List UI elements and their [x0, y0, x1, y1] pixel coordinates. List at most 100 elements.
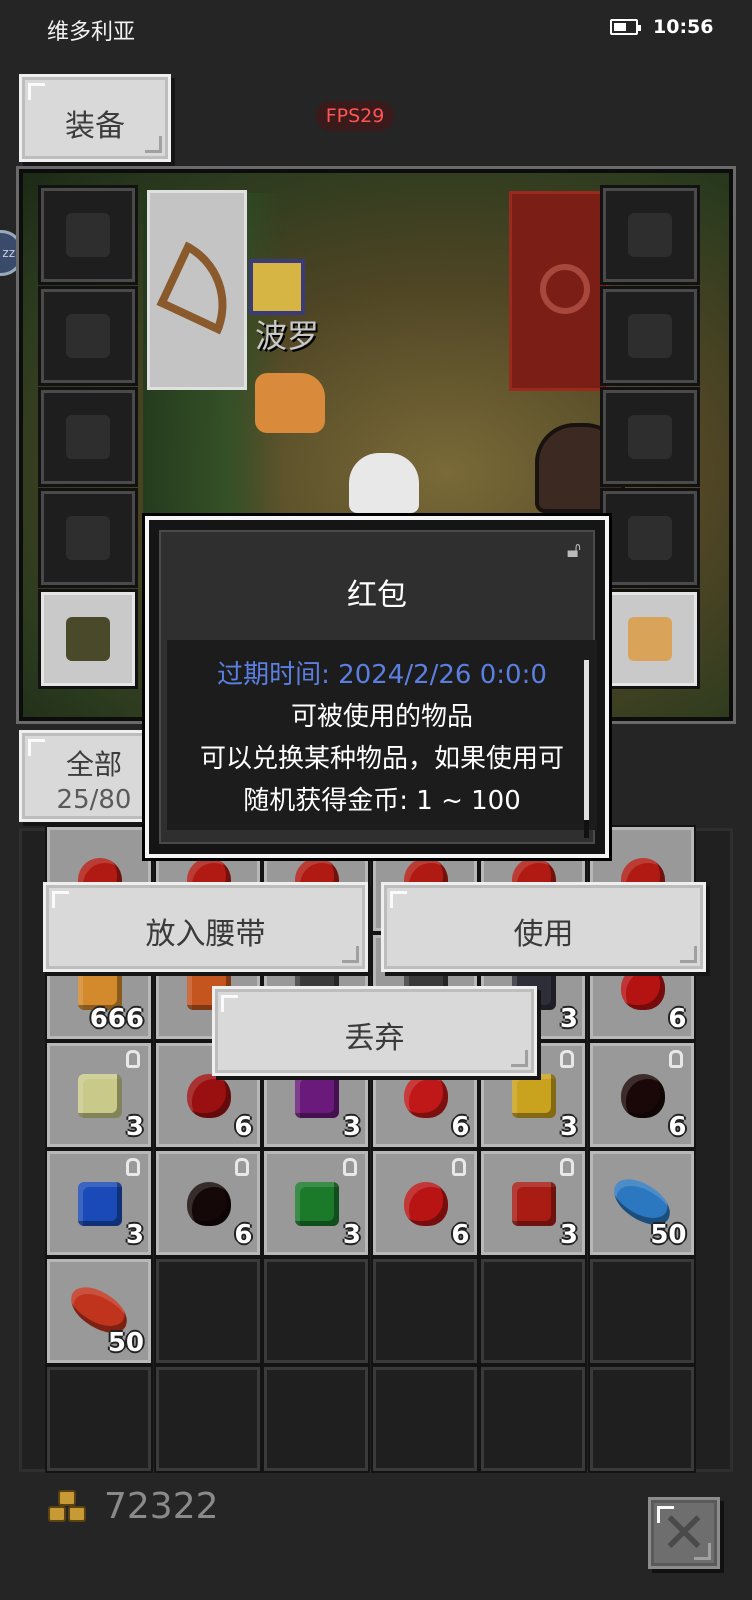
close-button[interactable]: ✕	[648, 1497, 720, 1569]
gem-icon	[78, 1182, 122, 1226]
lock-icon	[126, 1158, 140, 1176]
pet-slot[interactable]	[600, 589, 700, 689]
empty-inventory-slot[interactable]	[587, 1365, 696, 1473]
close-icon: ✕	[660, 1501, 708, 1566]
ring-slot-2[interactable]	[600, 387, 700, 487]
gem-icon	[512, 1182, 556, 1226]
inventory-slot[interactable]: 3	[262, 1149, 370, 1257]
gem-icon	[295, 1074, 339, 1118]
gem-icon	[295, 1182, 339, 1226]
empty-inventory-slot[interactable]	[153, 1365, 262, 1473]
ring-icon	[628, 415, 672, 459]
helmet-slot[interactable]	[38, 185, 138, 285]
weapon-slot[interactable]	[147, 190, 250, 390]
item-count: 3	[342, 1112, 361, 1142]
item-description: 过期时间: 2024/2/26 0:0:0 可被使用的物品 可以兑换某种物品，如…	[167, 640, 597, 838]
discard-button[interactable]: 丢弃	[212, 986, 537, 1076]
potion-icon	[186, 1074, 231, 1118]
empty-inventory-slot[interactable]	[479, 1257, 587, 1365]
item-count: 50	[650, 1220, 687, 1250]
equip-tab[interactable]: 装备	[19, 74, 171, 162]
helmet-icon	[66, 213, 110, 257]
lock-icon	[451, 1158, 466, 1176]
belt-slot[interactable]	[38, 589, 138, 689]
boot-icon	[66, 516, 110, 560]
item-count: 50	[107, 1328, 144, 1358]
amulet-slot[interactable]	[600, 185, 700, 285]
empty-inventory-slot[interactable]	[479, 1365, 587, 1473]
item-count: 3	[559, 1112, 578, 1142]
empty-inventory-slot[interactable]	[262, 1257, 370, 1365]
glove-icon	[66, 415, 110, 459]
item-count: 3	[342, 1220, 361, 1250]
armor-slot[interactable]	[38, 286, 138, 386]
gem-icon	[78, 1074, 122, 1118]
item-count: 3	[125, 1112, 144, 1142]
pet-icon	[628, 617, 672, 661]
ring-slot-1[interactable]	[600, 286, 700, 386]
status-bar: 维多利亚 10:56	[0, 0, 752, 58]
lock-icon[interactable]: 🔓︎	[567, 538, 581, 563]
lock-icon	[343, 1158, 357, 1176]
equip-tab-label: 装备	[65, 109, 125, 144]
potion-icon	[620, 1074, 665, 1118]
potion-icon	[403, 1074, 448, 1118]
item-count: 3	[125, 1220, 144, 1250]
bow-icon	[156, 241, 250, 335]
inventory-slot[interactable]: 6	[587, 1041, 696, 1149]
use-label: 使用	[513, 917, 574, 952]
accessory-slot[interactable]	[600, 488, 700, 588]
battery-icon	[610, 19, 641, 35]
lock-icon	[560, 1050, 574, 1068]
inventory-slot[interactable]: 50	[587, 1149, 696, 1257]
item-desc-line: 随机获得金币: 1 ~ 100	[243, 786, 521, 816]
popup-body: 🔓︎ 红包 过期时间: 2024/2/26 0:0:0 可被使用的物品 可以兑换…	[159, 530, 597, 844]
empty-inventory-slot[interactable]	[45, 1365, 153, 1473]
inventory-slot[interactable]: 50	[45, 1257, 153, 1365]
hero-sprite	[349, 453, 419, 513]
lock-icon	[126, 1050, 140, 1068]
gloves-slot[interactable]	[38, 387, 138, 487]
item-count: 6	[451, 1112, 470, 1142]
item-count: 6	[234, 1112, 253, 1142]
description-scrollbar[interactable]	[584, 660, 589, 838]
red-banner	[509, 191, 609, 391]
inventory-slot[interactable]: 3	[45, 1149, 153, 1257]
use-button[interactable]: 使用	[381, 882, 706, 972]
discard-label: 丢弃	[344, 1021, 405, 1056]
item-expire-time: 过期时间: 2024/2/26 0:0:0	[217, 660, 547, 690]
inventory-slot[interactable]: 3	[45, 1041, 153, 1149]
item-title: 红包	[347, 578, 407, 613]
item-count: 3	[559, 1004, 578, 1034]
inventory-slot[interactable]: 3	[479, 1149, 587, 1257]
boots-slot[interactable]	[38, 488, 138, 588]
npc-name-label: 波罗	[255, 317, 320, 355]
item-count: 6	[234, 1220, 253, 1250]
item-count: 6	[668, 1004, 687, 1034]
fps-counter: FPS29	[316, 101, 394, 131]
inventory-slot[interactable]: 6	[153, 1149, 262, 1257]
fox-pet-sprite	[255, 373, 325, 433]
item-count: 3	[559, 1220, 578, 1250]
potion-icon	[186, 1182, 231, 1226]
empty-inventory-slot[interactable]	[370, 1257, 479, 1365]
item-count: 6	[451, 1220, 470, 1250]
item-detail-popup: 🔓︎ 红包 过期时间: 2024/2/26 0:0:0 可被使用的物品 可以兑换…	[145, 516, 609, 858]
empty-inventory-slot[interactable]	[153, 1257, 262, 1365]
lock-icon	[560, 1158, 574, 1176]
ring-icon	[628, 314, 672, 358]
amulet-icon	[628, 213, 672, 257]
item-count: 6	[668, 1112, 687, 1142]
armor-icon	[66, 314, 110, 358]
inventory-slot[interactable]: 6	[370, 1149, 479, 1257]
item-count: 666	[89, 1004, 144, 1034]
item-desc-line: 可被使用的物品	[290, 702, 473, 732]
gold-coins-icon	[48, 1490, 90, 1526]
empty-inventory-slot[interactable]	[262, 1365, 370, 1473]
put-in-belt-button[interactable]: 放入腰带	[43, 882, 368, 972]
gem-icon	[512, 1074, 556, 1118]
carrier-name: 维多利亚	[47, 20, 136, 45]
accessory-icon	[628, 516, 672, 560]
empty-inventory-slot[interactable]	[587, 1257, 696, 1365]
empty-inventory-slot[interactable]	[370, 1365, 479, 1473]
